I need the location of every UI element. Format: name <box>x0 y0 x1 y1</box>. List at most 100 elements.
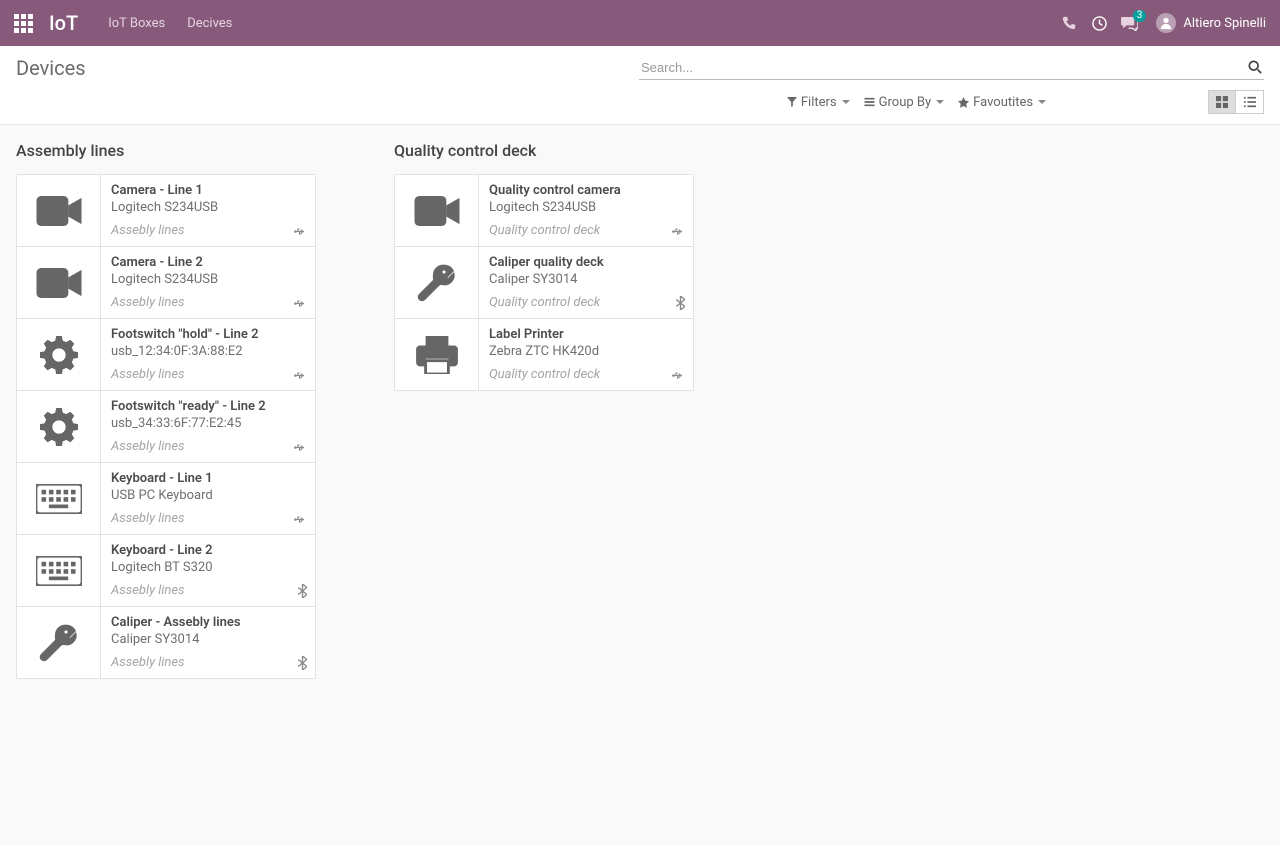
gear-icon <box>17 391 101 462</box>
device-name: Footswitch "hold" - Line 2 <box>111 327 305 342</box>
card-body: Caliper - Assebly linesCaliper SY3014Ass… <box>101 607 315 678</box>
device-card[interactable]: Caliper quality deck Caliper SY3014 Qualit… <box>395 247 693 319</box>
gear-icon <box>17 319 101 390</box>
favourites-label: Favoutites <box>973 95 1033 110</box>
chat-badge: 3 <box>1133 10 1147 22</box>
usb-icon <box>670 369 685 382</box>
device-identifier: usb_34:33:6F:77:E2:45 <box>111 416 305 431</box>
device-card[interactable]: Camera - Line 1 Logitech S234USB Assebly l… <box>17 175 315 247</box>
apps-icon[interactable] <box>14 14 33 33</box>
chat-icon[interactable]: 3 <box>1114 16 1144 31</box>
card-body: Footswitch "hold" - Line 2 usb_12:34:0F:3… <box>101 319 315 390</box>
avatar-icon <box>1156 13 1176 33</box>
kanban-column: Assembly lines Camera - Line 1 Logitech S2… <box>16 141 316 679</box>
device-group-tag: Assebly lines <box>111 583 305 598</box>
device-group-tag: Assebly lines <box>111 511 305 526</box>
card-body: Footswitch "ready" - Line 2 usb_34:33:6F:… <box>101 391 315 462</box>
device-name: Quality control camera <box>489 183 683 198</box>
device-identifier: Logitech S234USB <box>111 272 305 287</box>
device-card[interactable]: Keyboard - Line 1 USB PC Keyboard Assebly … <box>17 463 315 535</box>
chevron-down-icon <box>936 100 944 104</box>
usb-icon <box>292 441 307 454</box>
card-body: Keyboard - Line 1 USB PC Keyboard Assebly … <box>101 463 315 534</box>
kanban-column: Quality control deckQuality control came… <box>394 141 694 679</box>
view-kanban-button[interactable] <box>1208 90 1236 114</box>
groupby-label: Group By <box>879 95 932 110</box>
device-identifier: Logitech S234USB <box>489 200 683 215</box>
funnel-icon <box>787 97 797 107</box>
kanban-icon <box>1216 96 1228 108</box>
nav-link-devices[interactable]: Decives <box>187 16 232 31</box>
usb-icon <box>292 225 307 238</box>
filters-dropdown[interactable]: Filters <box>787 95 850 110</box>
chevron-down-icon <box>842 100 850 104</box>
device-identifier: Zebra ZTC HK420d <box>489 344 683 359</box>
card-body: Quality control camera Logitech S234USB Qu… <box>479 175 693 246</box>
device-identifier: Logitech S234USB <box>111 200 305 215</box>
device-card[interactable]: Footswitch "hold" - Line 2 usb_12:34:0F:3… <box>17 319 315 391</box>
device-group-tag: Assebly lines <box>111 223 305 238</box>
search-wrap <box>639 56 1264 80</box>
camera-icon <box>395 175 479 246</box>
nav-link-iot-boxes[interactable]: IoT Boxes <box>108 16 165 31</box>
device-name: Keyboard - Line 2 <box>111 543 305 558</box>
device-group-tag: Quality control deck <box>489 367 683 382</box>
card-body: Keyboard - Line 2Logitech BT S320Assebly… <box>101 535 315 606</box>
device-card[interactable]: Quality control camera Logitech S234USB Qu… <box>395 175 693 247</box>
groupby-dropdown[interactable]: Group By <box>864 95 945 110</box>
device-name: Footswitch "ready" - Line 2 <box>111 399 305 414</box>
wrench-icon <box>395 247 479 318</box>
device-name: Camera - Line 2 <box>111 255 305 270</box>
favourites-dropdown[interactable]: Favoutites <box>958 95 1046 110</box>
keyboard-icon <box>17 463 101 534</box>
device-group-tag: Assebly lines <box>111 367 305 382</box>
column-title: Quality control deck <box>394 141 694 160</box>
device-card[interactable]: Footswitch "ready" - Line 2 usb_34:33:6F:… <box>17 391 315 463</box>
device-card[interactable]: Camera - Line 2 Logitech S234USB Assebly l… <box>17 247 315 319</box>
brand: IoT <box>49 11 78 35</box>
device-identifier: Caliper SY3014 <box>111 632 305 647</box>
device-card[interactable]: Label Printer Zebra ZTC HK420d Quality con… <box>395 319 693 390</box>
device-identifier: usb_12:34:0F:3A:88:E2 <box>111 344 305 359</box>
device-name: Caliper quality deck <box>489 255 683 270</box>
keyboard-icon <box>17 535 101 606</box>
device-group-tag: Quality control deck <box>489 295 683 310</box>
user-name: Altiero Spinelli <box>1183 16 1266 31</box>
bt-icon <box>676 296 685 310</box>
device-name: Keyboard - Line 1 <box>111 471 305 486</box>
device-group-tag: Assebly lines <box>111 295 305 310</box>
device-card[interactable]: Caliper - Assebly linesCaliper SY3014Ass… <box>17 607 315 678</box>
control-panel-row2: Filters Group By Favoutites <box>0 80 1280 125</box>
wrench-icon <box>17 607 101 678</box>
device-group-tag: Assebly lines <box>111 655 305 670</box>
filters-label: Filters <box>801 95 837 110</box>
camera-icon <box>17 247 101 318</box>
card-body: Caliper quality deck Caliper SY3014 Qualit… <box>479 247 693 318</box>
column-title: Assembly lines <box>16 141 316 160</box>
card-body: Label Printer Zebra ZTC HK420d Quality con… <box>479 319 693 390</box>
view-list-button[interactable] <box>1236 90 1264 114</box>
search-icon[interactable] <box>1248 60 1262 74</box>
bt-icon <box>298 656 307 670</box>
search-input[interactable] <box>639 56 1264 80</box>
content: Assembly lines Camera - Line 1 Logitech S2… <box>0 125 1280 845</box>
bt-icon <box>298 584 307 598</box>
page-title: Devices <box>16 56 86 80</box>
device-card[interactable]: Keyboard - Line 2Logitech BT S320Assebly… <box>17 535 315 607</box>
activity-icon[interactable] <box>1084 16 1114 31</box>
star-icon <box>958 97 969 108</box>
phone-icon[interactable] <box>1054 16 1084 30</box>
usb-icon <box>292 369 307 382</box>
device-group-tag: Quality control deck <box>489 223 683 238</box>
card-body: Camera - Line 1 Logitech S234USB Assebly l… <box>101 175 315 246</box>
usb-icon <box>292 297 307 310</box>
user-menu[interactable]: Altiero Spinelli <box>1156 13 1266 33</box>
device-name: Label Printer <box>489 327 683 342</box>
hamburger-icon <box>864 97 875 107</box>
device-identifier: Caliper SY3014 <box>489 272 683 287</box>
device-identifier: USB PC Keyboard <box>111 488 305 503</box>
navbar: IoT IoT Boxes Decives 3 Altiero Spinelli <box>0 0 1280 46</box>
chevron-down-icon <box>1038 100 1046 104</box>
device-name: Camera - Line 1 <box>111 183 305 198</box>
card-list: Quality control camera Logitech S234USB Qu… <box>394 174 694 391</box>
